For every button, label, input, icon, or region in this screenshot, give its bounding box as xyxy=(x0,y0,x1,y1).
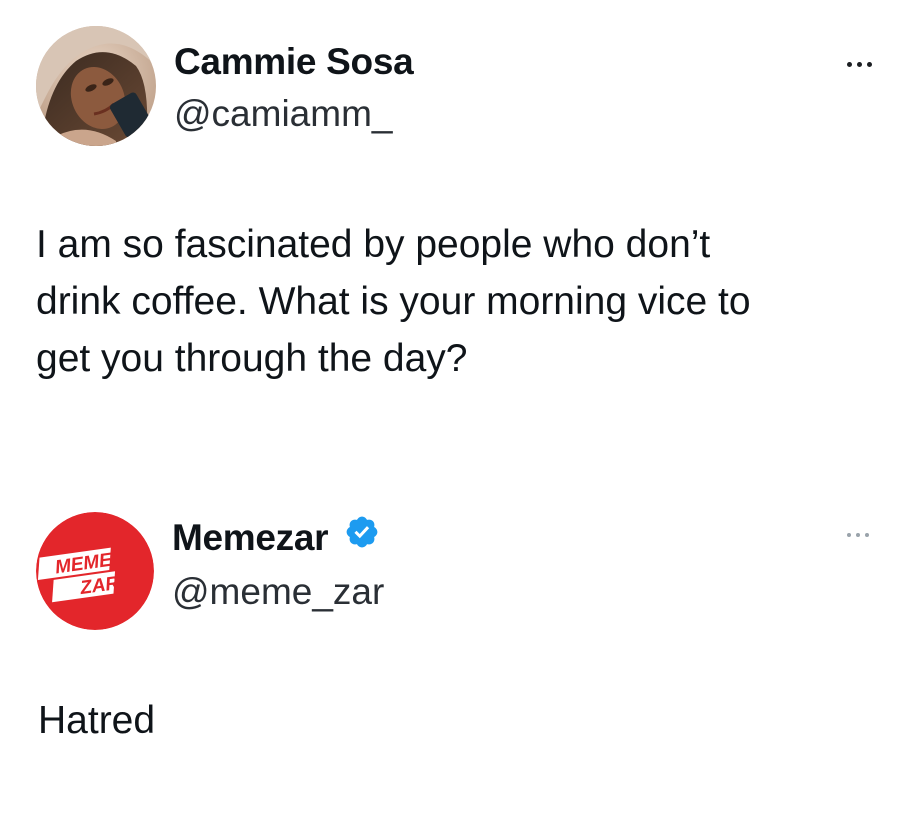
verified-badge-icon xyxy=(344,514,380,560)
more-options-icon[interactable] xyxy=(847,533,869,537)
profile-photo-icon xyxy=(36,26,156,146)
avatar[interactable] xyxy=(36,26,156,146)
reply-text: Hatred xyxy=(38,699,156,742)
reply-author-name[interactable]: Memezar xyxy=(172,516,380,563)
memezar-logo-icon: MEME ZAR xyxy=(36,512,154,630)
more-options-icon[interactable] xyxy=(847,62,872,67)
reply-tweet: MEME ZAR Memezar @meme_zar Hatred xyxy=(0,430,912,834)
reply-author-handle[interactable]: @meme_zar xyxy=(172,570,384,614)
tweet-text: I am so fascinated by people who don’t d… xyxy=(36,216,896,387)
author-handle[interactable]: @camiamm_ xyxy=(174,92,392,136)
original-tweet: Cammie Sosa @camiamm_ I am so fascinated… xyxy=(0,0,912,430)
reply-author-name-text: Memezar xyxy=(172,517,329,558)
tweet-text-line: drink coffee. What is your morning vice … xyxy=(36,280,751,323)
avatar[interactable]: MEME ZAR xyxy=(36,512,154,630)
author-name[interactable]: Cammie Sosa xyxy=(174,40,414,84)
tweet-text-line: get you through the day? xyxy=(36,337,468,380)
tweet-text-line: I am so fascinated by people who don’t xyxy=(36,223,711,266)
